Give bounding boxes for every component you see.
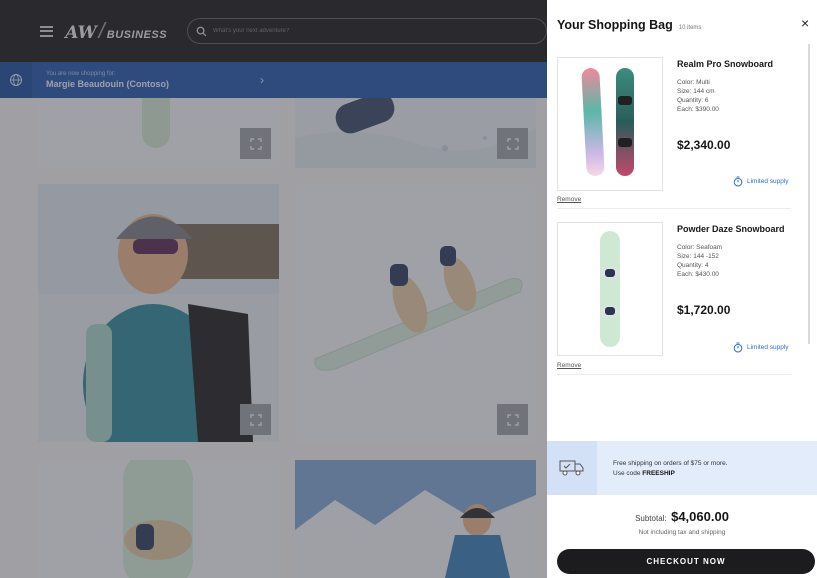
realm-pro-snowboard-image: [581, 68, 634, 176]
panel-scrollbar[interactable]: [808, 44, 810, 344]
subtotal-block: Subtotal: $4,060.00 Not including tax an…: [547, 508, 817, 536]
bag-title: Your Shopping Bag: [557, 18, 673, 32]
product-page: AW / BUSINESS You are now shopping for: …: [0, 0, 547, 578]
bag-item-count: 10 items: [678, 25, 702, 31]
stopwatch-icon: [733, 342, 743, 353]
remove-item-link[interactable]: Remove: [557, 362, 581, 369]
checkout-button[interactable]: CHECKOUT NOW: [557, 549, 815, 574]
promo-line-2: Use code FREESHIP: [613, 469, 728, 479]
product-color: Color: Multi: [677, 79, 710, 86]
promo-line-1: Free shipping on orders of $75 or more.: [613, 460, 728, 467]
subtotal-value: $4,060.00: [671, 509, 729, 524]
bag-item: Powder Daze Snowboard Color: Seafoam Siz…: [557, 222, 791, 375]
stock-status-label: Limited supply: [747, 178, 789, 185]
truck-icon: [547, 441, 597, 495]
promo-code-prefix: Use code: [613, 470, 643, 477]
subtotal-note: Not including tax and shipping: [638, 529, 726, 536]
stock-status: Limited supply: [733, 176, 789, 187]
product-name[interactable]: Realm Pro Snowboard: [677, 59, 773, 69]
product-size: Size: 144 -152: [677, 253, 719, 260]
modal-backdrop[interactable]: [0, 0, 547, 578]
product-size: Size: 144 cm: [677, 88, 715, 95]
promo-code: FREESHIP: [642, 470, 675, 477]
product-thumbnail[interactable]: [557, 222, 663, 356]
product-quantity: Quantity: 4: [677, 262, 709, 269]
free-shipping-promo: Free shipping on orders of $75 or more. …: [547, 441, 817, 495]
stock-status: Limited supply: [733, 342, 789, 353]
product-quantity: Quantity: 6: [677, 97, 709, 104]
product-name[interactable]: Powder Daze Snowboard: [677, 224, 785, 234]
product-line-total: $2,340.00: [677, 138, 731, 152]
product-line-total: $1,720.00: [677, 303, 731, 317]
subtotal-label: Subtotal:: [635, 514, 667, 523]
close-icon[interactable]: ×: [801, 16, 809, 30]
item-divider: [557, 374, 791, 375]
item-divider: [557, 208, 791, 209]
product-thumbnail[interactable]: [557, 57, 663, 191]
stock-status-label: Limited supply: [747, 344, 789, 351]
remove-item-link[interactable]: Remove: [557, 196, 581, 203]
shopping-bag-panel: Your Shopping Bag 10 items × Realm Pro S…: [547, 0, 817, 578]
product-unit-price: Each: $390.00: [677, 106, 719, 113]
product-color: Color: Seafoam: [677, 244, 723, 251]
stopwatch-icon: [733, 176, 743, 187]
product-unit-price: Each: $430.00: [677, 271, 719, 278]
powder-daze-snowboard-image: [600, 231, 620, 347]
bag-item: Realm Pro Snowboard Color: Multi Size: 1…: [557, 57, 791, 209]
